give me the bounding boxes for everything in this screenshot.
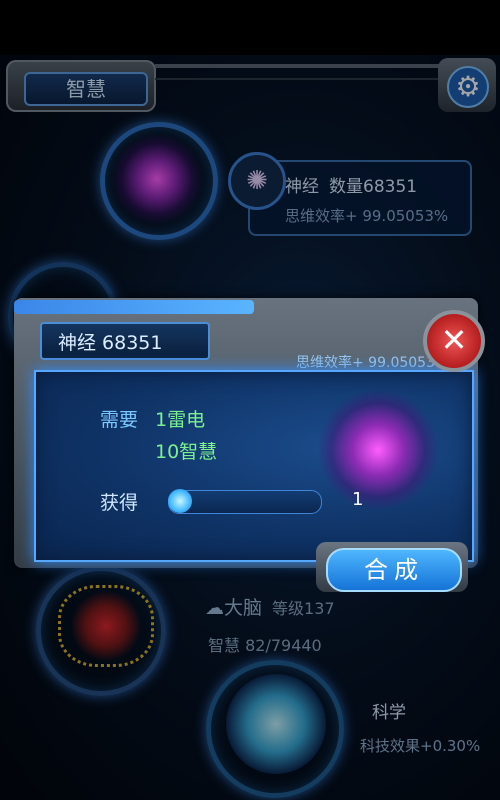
dialog-title: 神经 68351 [40, 322, 210, 360]
dialog-neuron-icon [318, 390, 438, 510]
quantity-value: 1 [352, 489, 364, 510]
dialog-top-bar [14, 300, 254, 314]
status-bar-area [0, 0, 500, 55]
requirement-item: 10智慧 [155, 441, 218, 463]
slider-handle[interactable] [168, 489, 192, 513]
require-label: 需要 [100, 409, 139, 431]
combine-button[interactable]: 合成 [326, 548, 462, 592]
close-button[interactable]: ✕ [423, 310, 485, 372]
close-icon[interactable]: ✕ [441, 321, 468, 359]
requirement-item: 1雷电 [155, 409, 206, 431]
gain-label: 获得 [100, 492, 139, 514]
